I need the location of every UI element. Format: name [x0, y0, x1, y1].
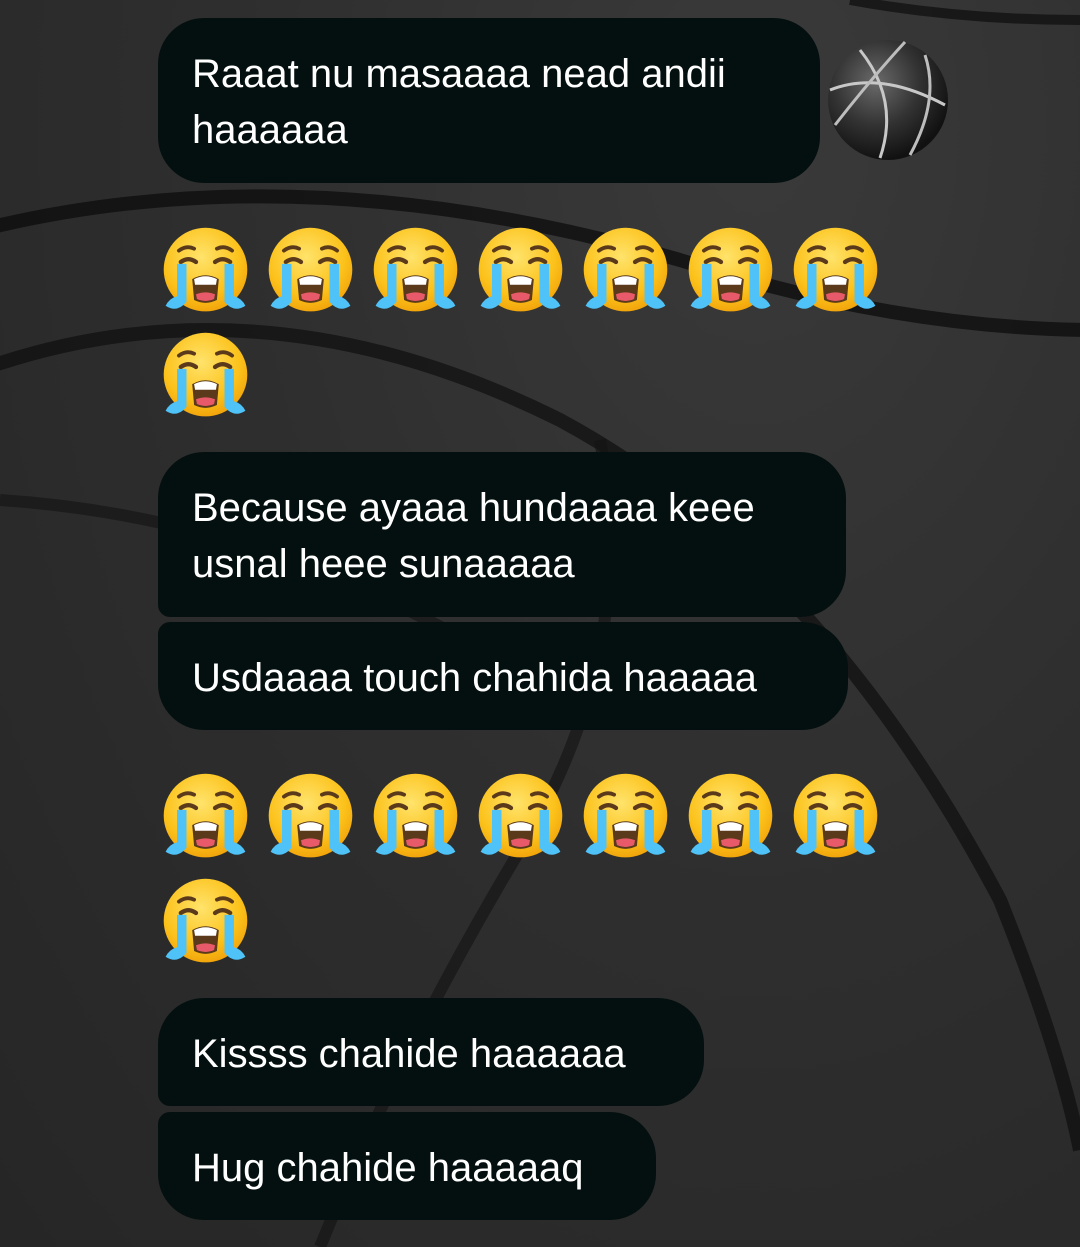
loudly-crying-face-icon [368, 224, 463, 319]
loudly-crying-face-icon [158, 875, 253, 970]
loudly-crying-face-icon [263, 224, 358, 319]
message-bubble[interactable]: Hug chahide haaaaaq [158, 1112, 656, 1220]
loudly-crying-face-icon [368, 770, 463, 865]
loudly-crying-face-icon [788, 770, 883, 865]
loudly-crying-face-icon [473, 770, 568, 865]
loudly-crying-face-icon [578, 224, 673, 319]
loudly-crying-face-icon [158, 224, 253, 319]
loudly-crying-face-icon [158, 329, 253, 424]
loudly-crying-face-icon [683, 224, 778, 319]
loudly-crying-face-icon [263, 770, 358, 865]
emoji-message[interactable] [158, 770, 898, 970]
message-bubble[interactable]: Kissss chahide haaaaaa [158, 998, 704, 1106]
message-bubble[interactable]: Because ayaaa hundaaaa keee usnal heee s… [158, 452, 846, 617]
loudly-crying-face-icon [578, 770, 673, 865]
loudly-crying-face-icon [683, 770, 778, 865]
message-bubble[interactable]: Raaat nu masaaaa nead andii haaaaaa [158, 18, 820, 183]
loudly-crying-face-icon [158, 770, 253, 865]
message-thread[interactable]: Raaat nu masaaaa nead andii haaaaaa Beca… [0, 0, 1080, 1247]
loudly-crying-face-icon [473, 224, 568, 319]
loudly-crying-face-icon [788, 224, 883, 319]
emoji-message[interactable] [158, 224, 898, 424]
message-bubble[interactable]: Usdaaaa touch chahida haaaaa [158, 622, 848, 730]
